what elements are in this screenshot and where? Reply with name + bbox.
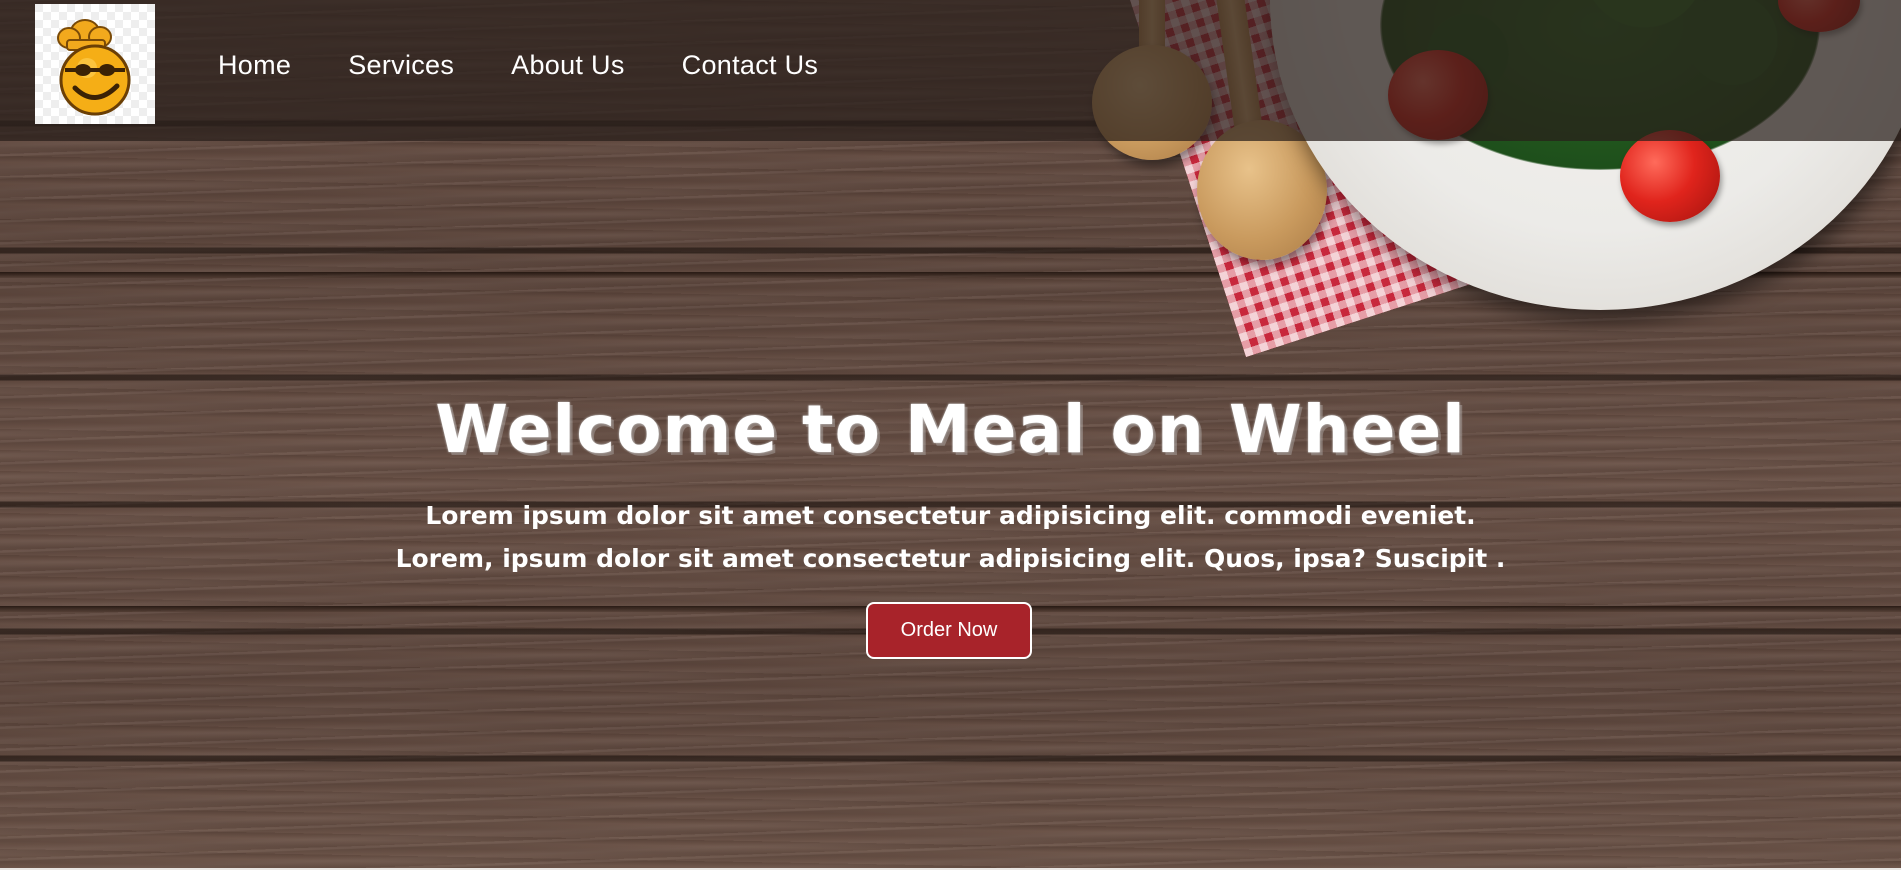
nav-link-services[interactable]: Services — [348, 48, 454, 82]
hero-description-line-2: Lorem, ipsum dolor sit amet consectetur … — [395, 544, 1506, 573]
nav-link-about-us[interactable]: About Us — [511, 48, 624, 82]
nav-link-home[interactable]: Home — [218, 48, 291, 82]
nav-link-contact-us[interactable]: Contact Us — [682, 48, 819, 82]
site-header: Home Services About Us Contact Us — [0, 0, 1901, 141]
main-nav: Home Services About Us Contact Us — [218, 48, 875, 82]
hero-title: Welcome to Meal on Wheel — [435, 391, 1466, 468]
page: Home Services About Us Contact Us Welcom… — [0, 0, 1901, 870]
order-now-button[interactable]: Order Now — [866, 602, 1032, 659]
hero-description-line-1: Lorem ipsum dolor sit amet consectetur a… — [425, 501, 1476, 530]
cherry-tomato-image — [1620, 130, 1720, 222]
logo[interactable] — [35, 4, 155, 124]
chef-smiley-logo-icon — [57, 19, 131, 116]
